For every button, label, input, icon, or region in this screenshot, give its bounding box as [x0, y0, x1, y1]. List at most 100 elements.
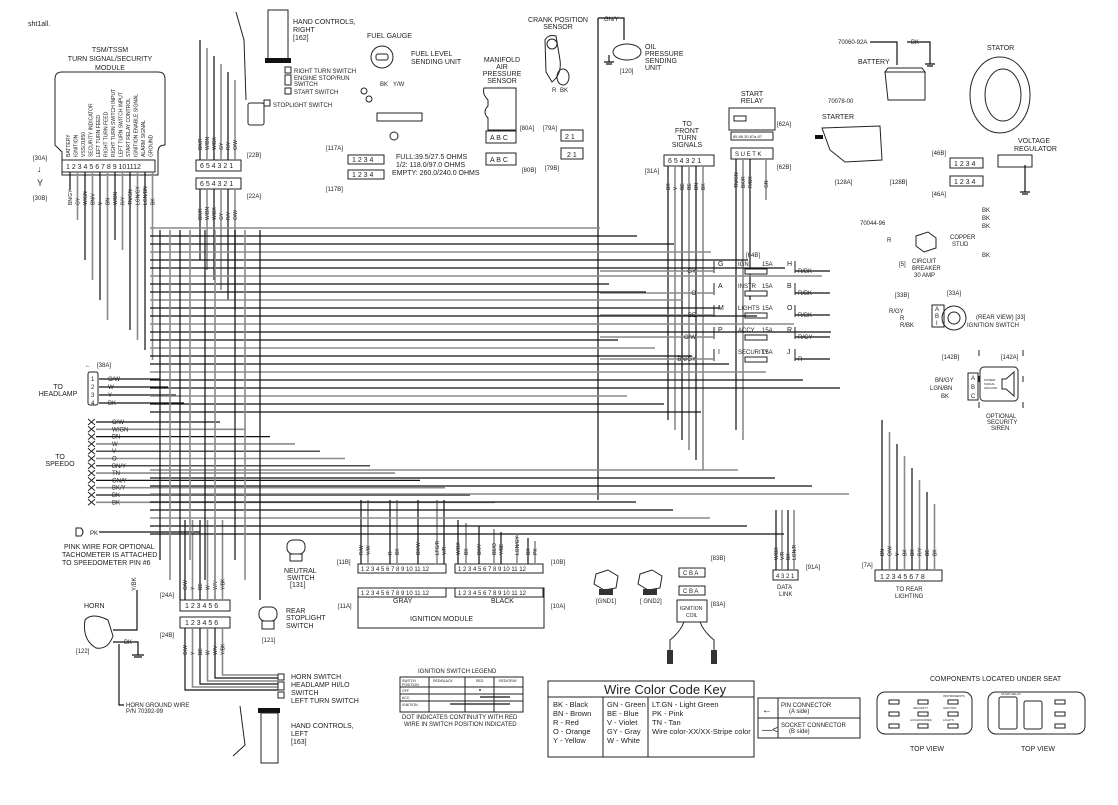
speedo-wire: TN [112, 471, 120, 477]
mini-fuse-icon [947, 699, 959, 705]
fuse-out-pin: R [787, 327, 792, 334]
tsm-pin-label: VSS/J1850 [81, 132, 87, 157]
gnd1-label: [GND1] [596, 599, 616, 605]
wire-color-key: Wire Color Code Key BK - BlackBN - Brown… [547, 680, 755, 758]
circuit-breaker-icon [915, 231, 937, 253]
im-gray-wire: R [388, 551, 394, 555]
brake-lever-housing [247, 102, 265, 126]
map-pins-b: A B C [490, 157, 508, 164]
color-key-col1: BK - BlackBN - BrownR - RedO - OrangeY -… [553, 700, 591, 745]
ignition-module: 1 2 3 4 5 6 7 8 9 10 11 12 1 2 3 4 5 6 7… [337, 500, 565, 629]
conn-142b: [142B] [942, 355, 960, 361]
siren-wire-lgnbn: LGN/BN [930, 386, 952, 392]
conn-11b: [11B] [337, 560, 351, 566]
mini-fuse-icon [1054, 723, 1066, 729]
rear-lighting-pins: 1 2 3 4 5 6 7 8 [880, 574, 925, 581]
neutral-switch-icon [286, 539, 306, 555]
battery-label: BATTERY [858, 59, 890, 66]
switch-engine-stop-2: SWITCH [294, 82, 318, 88]
fuse-in-wire: O/W [684, 335, 696, 341]
headlamp-connector: ← [38A] TO HEADLAMP 1 O/W2 W3 Y4 BK [39, 363, 184, 407]
ign-wire-r: R [900, 316, 905, 322]
fuse-out-wire: R/GY [798, 335, 813, 341]
im-black-pins-b: 1 2 3 4 5 6 7 8 9 10 11 12 [458, 567, 527, 573]
hand-right-wire-label: W/BK [212, 207, 218, 220]
switch-headlamp-hilo-2: SWITCH [291, 690, 319, 697]
tsm-pin-label: LEFT TURN SWITCH INPUT [119, 92, 125, 157]
rear-lighting-wire: BN [880, 549, 886, 556]
siren-wire-bk: BK [941, 394, 949, 400]
hand-left-wire-label: BE [198, 583, 204, 590]
conn-22a: [22A] [247, 194, 261, 200]
hand-right-title-1: HAND CONTROLS, [293, 19, 356, 26]
conn-117a: [117A] [326, 146, 343, 152]
hand-right-wire-label: W/BN [205, 137, 211, 150]
conn-46b: [46B] [932, 151, 946, 157]
mini-fuse-icon [1054, 711, 1066, 717]
grip-left [260, 712, 279, 764]
tsm-wire-label: BN/V [91, 193, 97, 205]
fuse-out-wire: R [798, 357, 803, 363]
color-key-entry: LT.GN - Light Green [652, 700, 719, 709]
ign-pin-b: B [935, 314, 939, 320]
fuel-sender-label-1: FUEL LEVEL [411, 51, 452, 58]
fuse-out-pin: O [787, 305, 793, 312]
diagram-canvas: sht1all. TSM/TSSM TURN SIGNAL/SECURITY M… [28, 9, 1086, 764]
fuse-out-wire: R/BK [798, 269, 812, 275]
hand-controls-right: HAND CONTROLS, RIGHT [162] RIGHT TURN SW… [195, 9, 356, 310]
breaker-part: 70044-96 [860, 221, 886, 227]
map-sensor-body [483, 87, 517, 131]
rear-lighting-wire: BK [933, 549, 939, 556]
conn-142a: [142A] [1001, 355, 1019, 361]
color-key-title: Wire Color Code Key [604, 682, 727, 697]
map-title-4: SENSOR [487, 78, 517, 85]
oil-title-4: UNIT [645, 65, 662, 72]
tsm-pin-labels: BATTERY IGNITION VSS/J1850 SECURITY INDICAT… [66, 89, 155, 157]
color-key-col2: GN - GreenBE - BlueV - VioletGY - GrayW … [607, 700, 646, 745]
crank-title-1: CRANK POSITION [528, 17, 588, 24]
speedo-pin-icon [87, 491, 96, 499]
speedo-pin-icon [87, 484, 96, 492]
speedo-wire: V [112, 449, 116, 455]
fuse-name: LIGHTS [738, 306, 760, 312]
wiring-diagram: sht1all. TSM/TSSM TURN SIGNAL/SECURITY M… [0, 0, 1118, 805]
conn-117b-pins: 1 2 3 4 [352, 172, 374, 179]
conn-80b: [80B] [522, 168, 536, 174]
tsm-pin-label: GROUND [149, 134, 155, 157]
horn-icon [84, 615, 114, 649]
rear-lighting-wire: R/Y [918, 547, 924, 556]
relay-wire-label: BK/R [741, 176, 747, 188]
color-key-entry: GY - Gray [607, 727, 641, 736]
conn-24b: [24B] [160, 633, 174, 639]
fuse-name: ACCY [738, 328, 755, 334]
conn-30b: [30B] [33, 196, 47, 202]
hand-right-wire-label: O/W [233, 140, 239, 150]
conn-62b: [62B] [777, 165, 791, 171]
siren-wire-bngy: BN/GY [935, 378, 954, 384]
color-key-entry: BK - Black [553, 700, 588, 709]
speedo-wire: BK [112, 500, 120, 506]
data-link-wire-labels: W/BK V/R BK LGN/R [774, 510, 798, 570]
headlamp-wire: O/W [108, 377, 120, 383]
ignition-coil: C B A C B A IGNITION COIL [83B] [83A] [667, 556, 725, 664]
starter-part: 70078-00 [828, 99, 854, 105]
hand-left-wire-label: O/W [183, 645, 189, 655]
fuel-gauge-label: FUEL GAUGE [367, 33, 412, 40]
conn-46a: [46A] [932, 192, 946, 198]
grip-right [267, 9, 289, 63]
grip-collar [265, 58, 291, 63]
fuse-rating: 15A [762, 262, 773, 268]
hand-left-wire-label: O/W [183, 580, 189, 590]
rear-stop-label-2: STOPLIGHT [286, 615, 326, 622]
im-black-wire: PK [533, 548, 539, 555]
horn-wire-bk: BK [124, 640, 132, 646]
wire [221, 628, 278, 676]
speedo-wire: BK/Y [112, 486, 126, 492]
data-link-label-1: DATA [777, 585, 792, 591]
conn-128a: [128A] [835, 180, 853, 186]
color-key-entry: Wire color-XX/XX-Stripe color [652, 727, 751, 736]
battery-wire: BK [911, 40, 919, 46]
tsm-pin-label: START RELAY CONTROL [126, 98, 132, 157]
tach-note-1: PINK WIRE FOR OPTIONAL [64, 544, 155, 551]
legend-title: IGNITION SWITCH LEGEND [418, 669, 497, 675]
